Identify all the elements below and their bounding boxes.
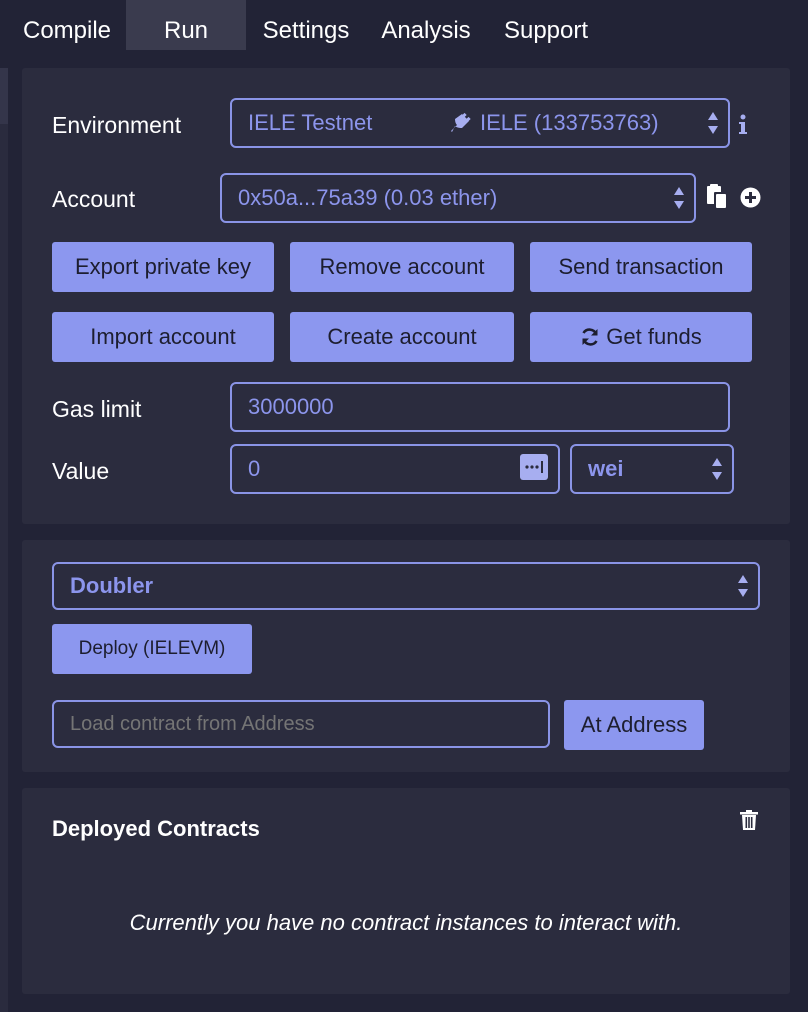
create-account-button[interactable]: Create account [290, 312, 514, 362]
environment-value: IELE Testnet [248, 110, 373, 135]
send-transaction-button[interactable]: Send transaction [530, 242, 752, 292]
refresh-icon [580, 327, 600, 347]
deploy-panel: Doubler Deploy (IELEVM) At Address [22, 540, 790, 772]
deployed-contracts-title: Deployed Contracts [52, 816, 260, 841]
plug-icon [448, 100, 472, 146]
remove-account-button[interactable]: Remove account [290, 242, 514, 292]
password-dots-icon[interactable] [520, 454, 548, 480]
tab-support[interactable]: Support [494, 0, 598, 50]
deploy-button[interactable]: Deploy (IELEVM) [52, 624, 252, 674]
select-arrows-icon [738, 574, 748, 598]
account-label: Account [52, 186, 136, 212]
value-amount: 0 [248, 456, 261, 481]
no-instances-message: Currently you have no contract instances… [129, 910, 683, 935]
account-value: 0x50a...75a39 (0.03 ether) [238, 185, 498, 210]
load-address-input[interactable] [52, 700, 550, 748]
get-funds-label: Get funds [606, 324, 702, 349]
gas-limit-value: 3000000 [248, 394, 334, 419]
environment-network: IELE (133753763) [480, 110, 659, 135]
gas-limit-label: Gas limit [52, 396, 142, 422]
get-funds-button[interactable]: Get funds [530, 312, 752, 362]
tab-compile[interactable]: Compile [8, 0, 126, 50]
contract-select[interactable]: Doubler [52, 562, 760, 610]
value-unit-select[interactable]: wei [570, 444, 734, 494]
left-panel-edge [0, 68, 8, 1012]
tab-analysis[interactable]: Analysis [372, 0, 480, 50]
deployed-contracts-panel: Deployed Contracts Currently you have no… [22, 788, 790, 994]
select-arrows-icon [708, 111, 718, 135]
value-input[interactable]: 0 [230, 444, 560, 494]
select-arrows-icon [712, 457, 722, 481]
export-private-key-button[interactable]: Export private key [52, 242, 274, 292]
import-account-button[interactable]: Import account [52, 312, 274, 362]
tab-run[interactable]: Run [126, 0, 246, 50]
tab-settings[interactable]: Settings [252, 0, 360, 50]
account-select[interactable]: 0x50a...75a39 (0.03 ether) [220, 173, 696, 223]
select-arrows-icon [674, 186, 684, 210]
at-address-button[interactable]: At Address [564, 700, 704, 750]
add-account-icon[interactable] [740, 187, 761, 208]
tab-bar: Compile Run Settings Analysis Support [0, 0, 808, 50]
environment-label: Environment [52, 112, 182, 138]
trash-icon[interactable] [740, 810, 758, 830]
environment-select[interactable]: IELE Testnet IELE (133753763) [230, 98, 730, 148]
info-icon[interactable] [738, 114, 748, 136]
value-unit: wei [588, 456, 624, 481]
left-panel-marker [0, 68, 8, 124]
run-settings-panel: Environment IELE Testnet IELE (133753763… [22, 68, 790, 524]
contract-selected: Doubler [70, 573, 154, 598]
value-label: Value [52, 458, 110, 484]
gas-limit-input[interactable]: 3000000 [230, 382, 730, 432]
copy-icon[interactable] [706, 184, 728, 210]
